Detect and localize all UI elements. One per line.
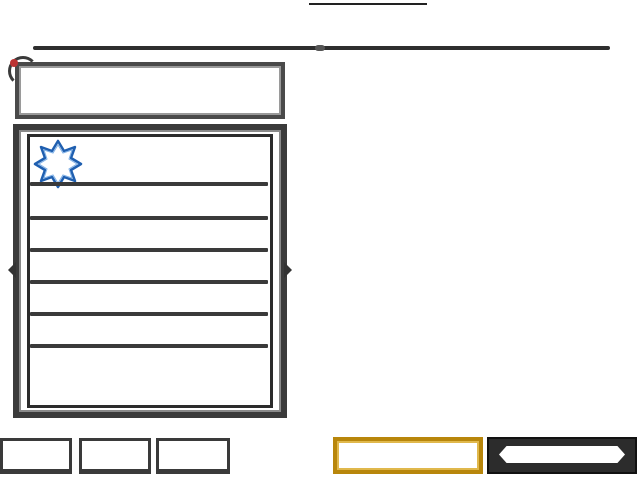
list-item[interactable] xyxy=(30,280,268,284)
bottom-tab-2[interactable] xyxy=(79,438,151,474)
list-item[interactable] xyxy=(30,216,268,220)
secondary-button-face xyxy=(499,446,625,463)
primary-action-button[interactable] xyxy=(333,437,483,474)
bottom-tab-3[interactable] xyxy=(156,438,230,474)
list-item[interactable] xyxy=(30,248,268,252)
scroll-right-arrow-icon[interactable] xyxy=(284,262,292,278)
list-item[interactable] xyxy=(30,312,268,316)
list-item[interactable] xyxy=(30,344,268,348)
bottom-tab-1[interactable] xyxy=(0,438,72,474)
scroll-left-arrow-icon[interactable] xyxy=(8,262,16,278)
top-tab-indicator xyxy=(309,0,427,5)
list-item[interactable] xyxy=(30,182,268,186)
header-divider-knob xyxy=(315,45,325,51)
corner-gem-icon xyxy=(10,59,18,67)
secondary-action-button[interactable] xyxy=(487,437,637,474)
title-panel xyxy=(15,62,285,119)
